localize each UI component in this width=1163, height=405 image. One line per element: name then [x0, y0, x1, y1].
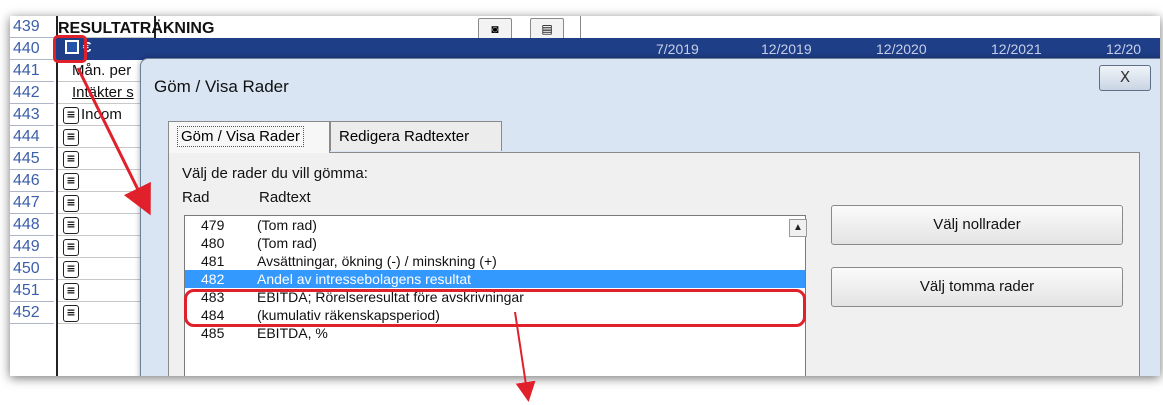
table-icon[interactable]: ▤: [530, 18, 564, 40]
scroll-up-arrow-icon[interactable]: ▲: [789, 219, 807, 237]
tab-label: Redigera Radtexter: [339, 128, 470, 145]
tab-show-hide-rows[interactable]: Göm / Visa Rader: [168, 121, 330, 153]
row-number: 445: [10, 148, 54, 170]
screenshot-frame: 439 440 441 442 443 444 445 446 447 448 …: [10, 16, 1160, 376]
list-item-text: Andel av intressebolagens resultat: [257, 271, 472, 287]
row-toggle-icon[interactable]: ≡: [63, 261, 79, 278]
cell-text: Incom: [81, 106, 122, 123]
row-toggle-icon[interactable]: ≡: [63, 107, 79, 124]
column-header-radtext: Radtext: [259, 189, 311, 206]
row-toggle-icon[interactable]: ≡: [63, 305, 79, 322]
row-number: 441: [10, 60, 54, 82]
select-zero-rows-button[interactable]: Välj nollrader: [831, 205, 1123, 245]
annotation-highlight-icon: [53, 35, 87, 63]
list-item-number: 481: [201, 253, 225, 269]
row-number: 452: [10, 302, 54, 324]
row-number: 448: [10, 214, 54, 236]
column-divider: [580, 16, 581, 38]
row-number: 444: [10, 126, 54, 148]
row-toggle-icon[interactable]: ≡: [63, 151, 79, 168]
show-hide-rows-dialog: Göm / Visa Rader X Göm / Visa Rader Redi…: [140, 58, 1160, 376]
cell-text: Intäkter s: [72, 84, 134, 101]
row-number: 440: [10, 38, 54, 60]
row-number: 449: [10, 236, 54, 258]
cell-text: Mån. per: [72, 62, 132, 79]
list-item-number: 479: [201, 217, 225, 233]
row-number: 447: [10, 192, 54, 214]
close-button[interactable]: X: [1099, 65, 1151, 91]
list-item-number: 482: [201, 271, 225, 287]
row-toggle-icon[interactable]: ≡: [63, 239, 79, 256]
list-item-number: 480: [201, 235, 225, 251]
row-number: 451: [10, 280, 54, 302]
instruction-label: Välj de rader du vill gömma:: [182, 165, 368, 182]
tab-panel: Välj de rader du vill gömma: Rad Radtext…: [168, 152, 1140, 376]
dialog-title: Göm / Visa Rader: [154, 77, 289, 96]
column-header: 12/2019: [761, 41, 812, 57]
row-number: 450: [10, 258, 54, 280]
row-toggle-icon[interactable]: ≡: [63, 173, 79, 190]
column-header: 12/20: [1106, 41, 1142, 57]
row-toggle-icon[interactable]: ≡: [63, 283, 79, 300]
camera-icon[interactable]: ◙: [478, 18, 512, 40]
tab-edit-row-texts[interactable]: Redigera Radtexter: [330, 121, 502, 151]
list-item-text: Avsättningar, ökning (-) / minskning (+): [257, 253, 497, 269]
select-empty-rows-button[interactable]: Välj tomma rader: [831, 267, 1123, 307]
row-number: 439: [10, 16, 54, 38]
list-item[interactable]: 480 (Tom rad): [185, 234, 805, 252]
list-item[interactable]: 481 Avsättningar, ökning (-) / minskning …: [185, 252, 805, 270]
column-header: 12/2020: [876, 41, 927, 57]
row-number: 443: [10, 104, 54, 126]
column-header: 7/2019: [656, 41, 699, 57]
annotation-highlight-row: [184, 289, 806, 327]
tab-label: Göm / Visa Rader: [177, 126, 304, 147]
row-number-column: 439 440 441 442 443 444 445 446 447 448 …: [10, 16, 54, 324]
list-item[interactable]: 479 (Tom rad): [185, 216, 805, 234]
row-number: 446: [10, 170, 54, 192]
header-bar: 7/2019 12/2019 12/2020 12/2021 12/20: [56, 38, 1160, 60]
column-header: 12/2021: [991, 41, 1042, 57]
row-number: 442: [10, 82, 54, 104]
row-toggle-icon[interactable]: ≡: [63, 217, 79, 234]
column-header-rad: Rad: [182, 189, 210, 206]
row-toggle-icon[interactable]: ≡: [63, 195, 79, 212]
row-toggle-icon[interactable]: ≡: [63, 129, 79, 146]
list-item-text: (Tom rad): [257, 235, 317, 251]
list-item-text: (Tom rad): [257, 217, 317, 233]
list-item-selected[interactable]: 482 Andel av intressebolagens resultat: [185, 270, 805, 288]
